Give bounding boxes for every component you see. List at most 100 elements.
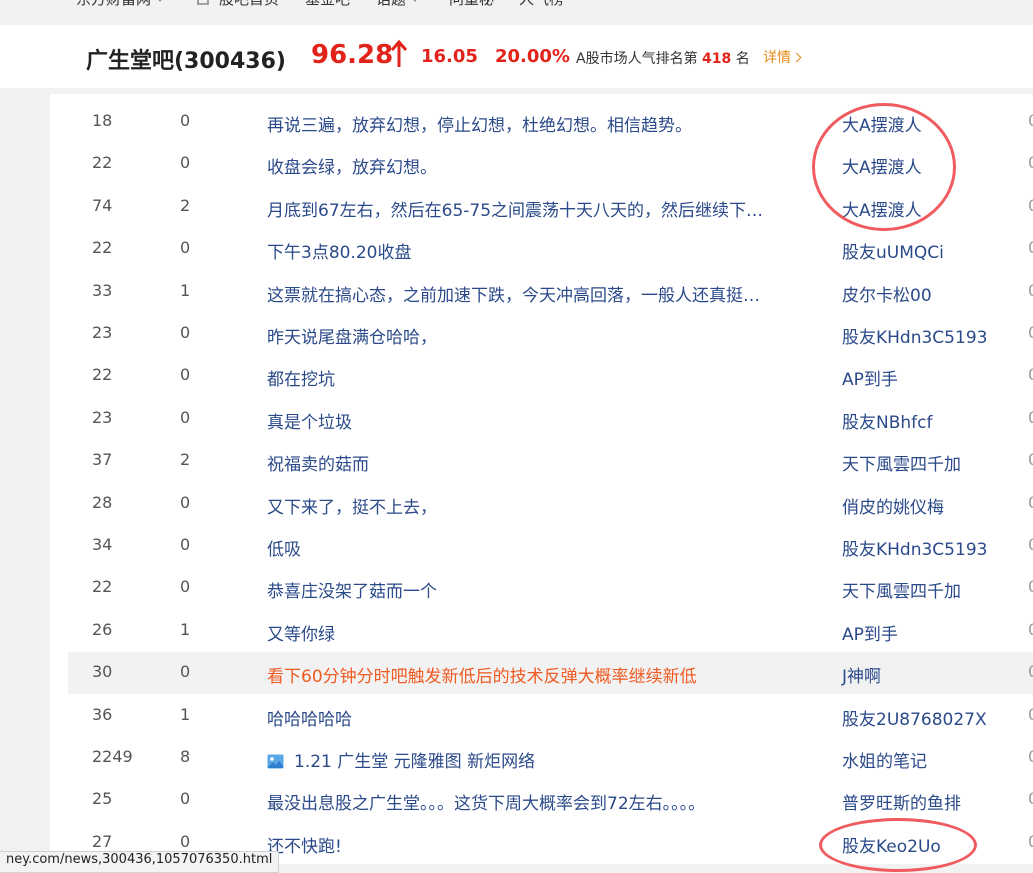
read-count: 27 [92, 831, 113, 851]
table-row[interactable]: 26 1 又等你绿 AP到手 0 [50, 610, 1033, 652]
update-time: 0 [1028, 196, 1033, 215]
reply-count: 0 [180, 492, 191, 512]
table-row[interactable]: 23 0 昨天说尾盘满仓哈哈， 股友KHdn3C5193 0 [50, 313, 1033, 355]
stock-price: 96.28 [311, 40, 394, 70]
detail-link[interactable]: 详情 [763, 47, 802, 67]
reply-count: 8 [180, 747, 191, 766]
table-row[interactable]: 22 0 恭喜庄没架了菇而一个 天下風雲四千加 0 [50, 567, 1033, 609]
table-row[interactable]: 34 0 低吸 股友KHdn3C5193 0 [50, 525, 1033, 567]
update-time: 0 [1028, 747, 1033, 766]
price-change-pct: 20.00% [495, 46, 570, 67]
author-link[interactable]: 皮尔卡松00 [842, 281, 932, 306]
post-title-link[interactable]: 恭喜庄没架了菇而一个 [267, 577, 437, 602]
post-title-link[interactable]: 下午3点80.20收盘 [267, 238, 411, 263]
reply-count: 2 [180, 450, 191, 470]
table-row[interactable]: 30 0 看下60分钟分时吧触发新低后的技术反弹大概率继续新低 J神啊 0 [68, 652, 1033, 695]
reply-count: 1 [180, 280, 191, 300]
author-link[interactable]: 股友KHdn3C5193 [842, 535, 987, 560]
author-link[interactable]: 股友KHdn3C5193 [842, 323, 987, 348]
table-row[interactable]: 25 0 最没出息股之广生堂。。。这货下周大概率会到72左右。。。。 普罗旺斯的鱼排 0 [50, 779, 1033, 821]
reply-count: 0 [180, 238, 191, 258]
table-row[interactable]: 28 0 又下来了，挺不上去， 俏皮的姚仪梅 0 [50, 483, 1033, 525]
post-title-link[interactable]: 低吸 [267, 535, 301, 560]
table-row[interactable]: 22 0 收盘会绿，放弃幻想。 大A摆渡人 0 [50, 143, 1033, 185]
read-count: 18 [92, 111, 113, 130]
post-title-link[interactable]: 月底到67左右，然后在65-75之间震荡十天八天的，然后继续下… [267, 196, 763, 221]
stock-header: 广生堂吧(300436) 96.28 16.05 20.00% A股市场人气排名… [0, 25, 1033, 88]
page-title[interactable]: 广生堂吧(300436) [86, 43, 286, 75]
popularity-rank: A股市场人气排名第 418 名 [576, 51, 750, 67]
read-count: 22 [92, 238, 113, 258]
reply-count: 0 [180, 789, 191, 809]
image-icon [267, 754, 284, 769]
author-link[interactable]: 水姐的笔记 [842, 747, 927, 772]
read-count: 74 [92, 195, 113, 215]
author-link[interactable]: 股友NBhfcf [842, 408, 932, 433]
post-title-link[interactable]: 真是个垃圾 [267, 408, 352, 433]
read-count: 34 [92, 535, 113, 554]
nav-popularity[interactable]: 人气榜 [519, 0, 564, 9]
table-row[interactable]: 18 0 再说三遍，放弃幻想，停止幻想，杜绝幻想。相信趋势。 大A摆渡人 0 [50, 101, 1033, 143]
nav-eastmoney[interactable]: 东方财富网 [76, 0, 166, 9]
post-title-link[interactable]: 再说三遍，放弃幻想，停止幻想，杜绝幻想。相信趋势。 [267, 111, 692, 136]
post-list: 180再说三遍，放弃幻想，停止幻想，杜绝幻想。相信趋势。大A摆渡人0220收盘会… [50, 94, 1033, 864]
read-count: 37 [92, 450, 113, 470]
author-link[interactable]: AP到手 [842, 620, 898, 645]
reply-count: 0 [180, 535, 191, 554]
post-title-link[interactable]: 昨天说尾盘满仓哈哈， [267, 323, 437, 348]
author-link[interactable]: 普罗旺斯的鱼排 [842, 789, 961, 814]
read-count: 22 [92, 365, 113, 385]
update-time: 0 [1028, 238, 1033, 257]
read-count: 33 [92, 280, 113, 300]
post-title-link[interactable]: 祝福卖的菇而 [267, 450, 369, 475]
post-title-link[interactable]: 都在挖坑 [267, 365, 335, 390]
post-title-link[interactable]: 最没出息股之广生堂。。。这货下周大概率会到72左右。。。。 [267, 789, 705, 814]
author-link[interactable]: AP到手 [842, 365, 898, 390]
table-row[interactable]: 22 0 下午3点80.20收盘 股友uUMQCi 0 [50, 228, 1033, 270]
status-bar-url: ney.com/news,300436,1057076350.html [0, 851, 280, 873]
post-title-link[interactable]: 又等你绿 [267, 620, 335, 645]
table-row[interactable]: 36 1 哈哈哈哈哈 股友2U8768027X 0 [50, 695, 1033, 737]
table-row[interactable]: 2249 8 1.21 广生堂 元隆雅图 新炬网络 水姐的笔记 0 [50, 737, 1033, 779]
update-time: 0 [1028, 450, 1033, 469]
reply-count: 0 [180, 153, 191, 173]
home-icon [197, 0, 209, 5]
reply-count: 1 [180, 619, 191, 639]
post-title-link[interactable]: 1.21 广生堂 元隆雅图 新炬网络 [267, 747, 535, 772]
reply-count: 2 [180, 195, 191, 215]
nav-ask-secretary[interactable]: 问董秘 [449, 0, 494, 9]
table-row[interactable]: 74 2 月底到67左右，然后在65-75之间震荡十天八天的，然后继续下… 大A摆渡人… [50, 186, 1033, 228]
table-row[interactable]: 22 0 都在挖坑 AP到手 0 [50, 355, 1033, 397]
author-link[interactable]: 大A摆渡人 [842, 196, 922, 221]
update-time: 0 [1028, 577, 1033, 596]
author-link[interactable]: 天下風雲四千加 [842, 450, 961, 475]
update-time: 0 [1028, 281, 1033, 300]
nav-fund-bar[interactable]: 基金吧 [305, 0, 350, 9]
update-time: 0 [1028, 493, 1033, 512]
author-link[interactable]: 俏皮的姚仪梅 [842, 493, 944, 518]
post-title-link[interactable]: 看下60分钟分时吧触发新低后的技术反弹大概率继续新低 [267, 662, 697, 687]
post-title-text[interactable]: 1.21 广生堂 元隆雅图 新炬网络 [294, 752, 535, 772]
author-link[interactable]: 大A摆渡人 [842, 111, 922, 136]
post-title-link[interactable]: 又下来了，挺不上去， [267, 493, 437, 518]
nav-topics[interactable]: 话题 [376, 0, 421, 9]
author-link[interactable]: 天下風雲四千加 [842, 577, 961, 602]
nav-guba-home[interactable]: 股吧首页 [195, 0, 279, 9]
author-link[interactable]: 股友Keo2Uo [842, 832, 941, 857]
table-row[interactable]: 33 1 这票就在搞心态，之前加速下跌，今天冲高回落，一般人还真挺… 皮尔卡松00 0 [50, 271, 1033, 313]
update-time: 0 [1028, 323, 1033, 342]
author-link[interactable]: 股友2U8768027X [842, 705, 987, 730]
post-title-link[interactable]: 收盘会绿，放弃幻想。 [267, 153, 437, 178]
post-title-link[interactable]: 这票就在搞心态，之前加速下跌，今天冲高回落，一般人还真挺… [267, 281, 760, 306]
author-link[interactable]: 股友uUMQCi [842, 238, 944, 263]
author-link[interactable]: 大A摆渡人 [842, 153, 922, 178]
read-count: 23 [92, 323, 113, 342]
table-row[interactable]: 23 0 真是个垃圾 股友NBhfcf 0 [50, 398, 1033, 440]
author-link[interactable]: J神啊 [842, 662, 881, 687]
post-title-link[interactable]: 哈哈哈哈哈 [267, 705, 352, 730]
reply-count: 0 [180, 577, 191, 597]
reply-count: 1 [180, 704, 191, 724]
table-row[interactable]: 37 2 祝福卖的菇而 天下風雲四千加 0 [50, 440, 1033, 482]
reply-count: 0 [180, 323, 191, 342]
update-time: 0 [1028, 408, 1033, 427]
